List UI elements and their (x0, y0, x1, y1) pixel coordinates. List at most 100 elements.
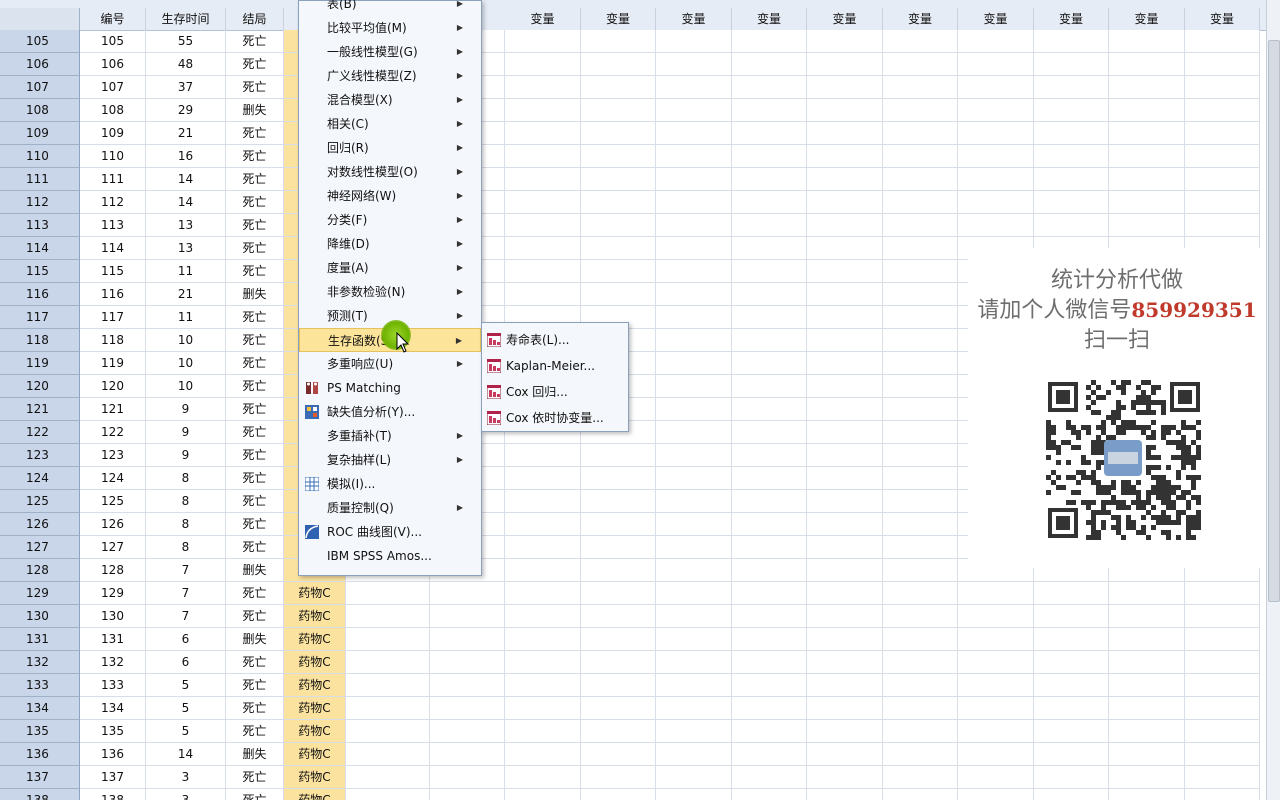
cell-empty[interactable] (430, 720, 505, 743)
cell-time[interactable]: 6 (146, 628, 226, 651)
cell-empty[interactable] (1034, 720, 1109, 743)
menu-item[interactable]: 模拟(I)... (299, 472, 481, 496)
cell-empty[interactable] (581, 513, 656, 536)
cell-outcome[interactable]: 删失 (226, 628, 284, 651)
cell-empty[interactable] (1185, 697, 1260, 720)
row-header[interactable]: 116 (0, 283, 80, 306)
cell-empty[interactable] (1034, 191, 1109, 214)
cell-empty[interactable] (732, 789, 807, 800)
cell-empty[interactable] (807, 99, 883, 122)
cell-empty[interactable] (1109, 628, 1185, 651)
cell-time[interactable]: 5 (146, 720, 226, 743)
cell-empty[interactable] (656, 53, 732, 76)
cell-empty[interactable] (505, 122, 581, 145)
cell-empty[interactable] (883, 260, 958, 283)
cell-empty[interactable] (505, 53, 581, 76)
cell-empty[interactable] (883, 467, 958, 490)
cell-outcome[interactable]: 死亡 (226, 237, 284, 260)
cell-empty[interactable] (1034, 30, 1109, 53)
cell-empty[interactable] (732, 283, 807, 306)
cell-empty[interactable] (883, 375, 958, 398)
cell-empty[interactable] (581, 490, 656, 513)
col-header-outcome[interactable]: 结局 (226, 8, 284, 30)
cell-outcome[interactable]: 死亡 (226, 53, 284, 76)
cell-empty[interactable] (883, 99, 958, 122)
cell-time[interactable]: 8 (146, 536, 226, 559)
cell-empty[interactable] (1109, 145, 1185, 168)
cell-empty[interactable] (656, 766, 732, 789)
cell-id[interactable]: 122 (80, 421, 146, 444)
cell-id[interactable]: 137 (80, 766, 146, 789)
cell-empty[interactable] (581, 260, 656, 283)
cell-empty[interactable] (505, 743, 581, 766)
cell-empty[interactable] (958, 628, 1034, 651)
cell-time[interactable]: 5 (146, 697, 226, 720)
cell-empty[interactable] (505, 720, 581, 743)
cell-empty[interactable] (1185, 53, 1260, 76)
cell-empty[interactable] (732, 651, 807, 674)
cell-empty[interactable] (656, 743, 732, 766)
cell-id[interactable]: 106 (80, 53, 146, 76)
cell-empty[interactable] (958, 697, 1034, 720)
cell-empty[interactable] (1034, 214, 1109, 237)
cell-empty[interactable] (656, 329, 732, 352)
cell-id[interactable]: 107 (80, 76, 146, 99)
cell-empty[interactable] (807, 582, 883, 605)
cell-drug[interactable]: 药物C (284, 789, 346, 800)
cell-time[interactable]: 14 (146, 168, 226, 191)
row-header[interactable]: 132 (0, 651, 80, 674)
cell-empty[interactable] (807, 398, 883, 421)
menu-item[interactable]: 分类(F) ▶ (299, 208, 481, 232)
cell-empty[interactable] (656, 398, 732, 421)
menu-item[interactable]: 回归(R) ▶ (299, 136, 481, 160)
cell-empty[interactable] (807, 122, 883, 145)
cell-empty[interactable] (505, 260, 581, 283)
cell-time[interactable]: 9 (146, 444, 226, 467)
cell-empty[interactable] (732, 628, 807, 651)
cell-empty[interactable] (505, 237, 581, 260)
cell-id[interactable]: 124 (80, 467, 146, 490)
cell-empty[interactable] (1109, 122, 1185, 145)
cell-empty[interactable] (883, 697, 958, 720)
cell-empty[interactable] (430, 789, 505, 800)
cell-id[interactable]: 131 (80, 628, 146, 651)
cell-empty[interactable] (346, 720, 430, 743)
cell-empty[interactable] (505, 467, 581, 490)
cell-empty[interactable] (581, 283, 656, 306)
cell-empty[interactable] (807, 352, 883, 375)
cell-outcome[interactable]: 死亡 (226, 444, 284, 467)
cell-empty[interactable] (883, 536, 958, 559)
cell-empty[interactable] (1109, 674, 1185, 697)
cell-empty[interactable] (807, 674, 883, 697)
cell-empty[interactable] (958, 789, 1034, 800)
cell-empty[interactable] (1034, 168, 1109, 191)
cell-empty[interactable] (1185, 214, 1260, 237)
cell-empty[interactable] (732, 421, 807, 444)
cell-outcome[interactable]: 死亡 (226, 674, 284, 697)
cell-empty[interactable] (346, 743, 430, 766)
cell-empty[interactable] (505, 582, 581, 605)
cell-empty[interactable] (1109, 53, 1185, 76)
cell-empty[interactable] (656, 306, 732, 329)
cell-empty[interactable] (1185, 651, 1260, 674)
menu-item[interactable]: ROC 曲线图(V)... (299, 520, 481, 544)
cell-empty[interactable] (883, 582, 958, 605)
cell-empty[interactable] (958, 99, 1034, 122)
cell-time[interactable]: 48 (146, 53, 226, 76)
cell-empty[interactable] (1034, 76, 1109, 99)
cell-empty[interactable] (732, 513, 807, 536)
col-header-var[interactable]: 变量 (505, 8, 581, 30)
cell-id[interactable]: 111 (80, 168, 146, 191)
cell-id[interactable]: 112 (80, 191, 146, 214)
menu-item[interactable]: 表(B) ▶ (299, 0, 481, 16)
cell-empty[interactable] (505, 513, 581, 536)
cell-empty[interactable] (958, 122, 1034, 145)
col-header-var[interactable]: 变量 (807, 8, 883, 30)
row-header[interactable]: 136 (0, 743, 80, 766)
cell-outcome[interactable]: 死亡 (226, 766, 284, 789)
row-header[interactable]: 111 (0, 168, 80, 191)
row-header[interactable]: 122 (0, 421, 80, 444)
cell-empty[interactable] (732, 76, 807, 99)
row-header[interactable]: 105 (0, 30, 80, 53)
cell-time[interactable]: 55 (146, 30, 226, 53)
